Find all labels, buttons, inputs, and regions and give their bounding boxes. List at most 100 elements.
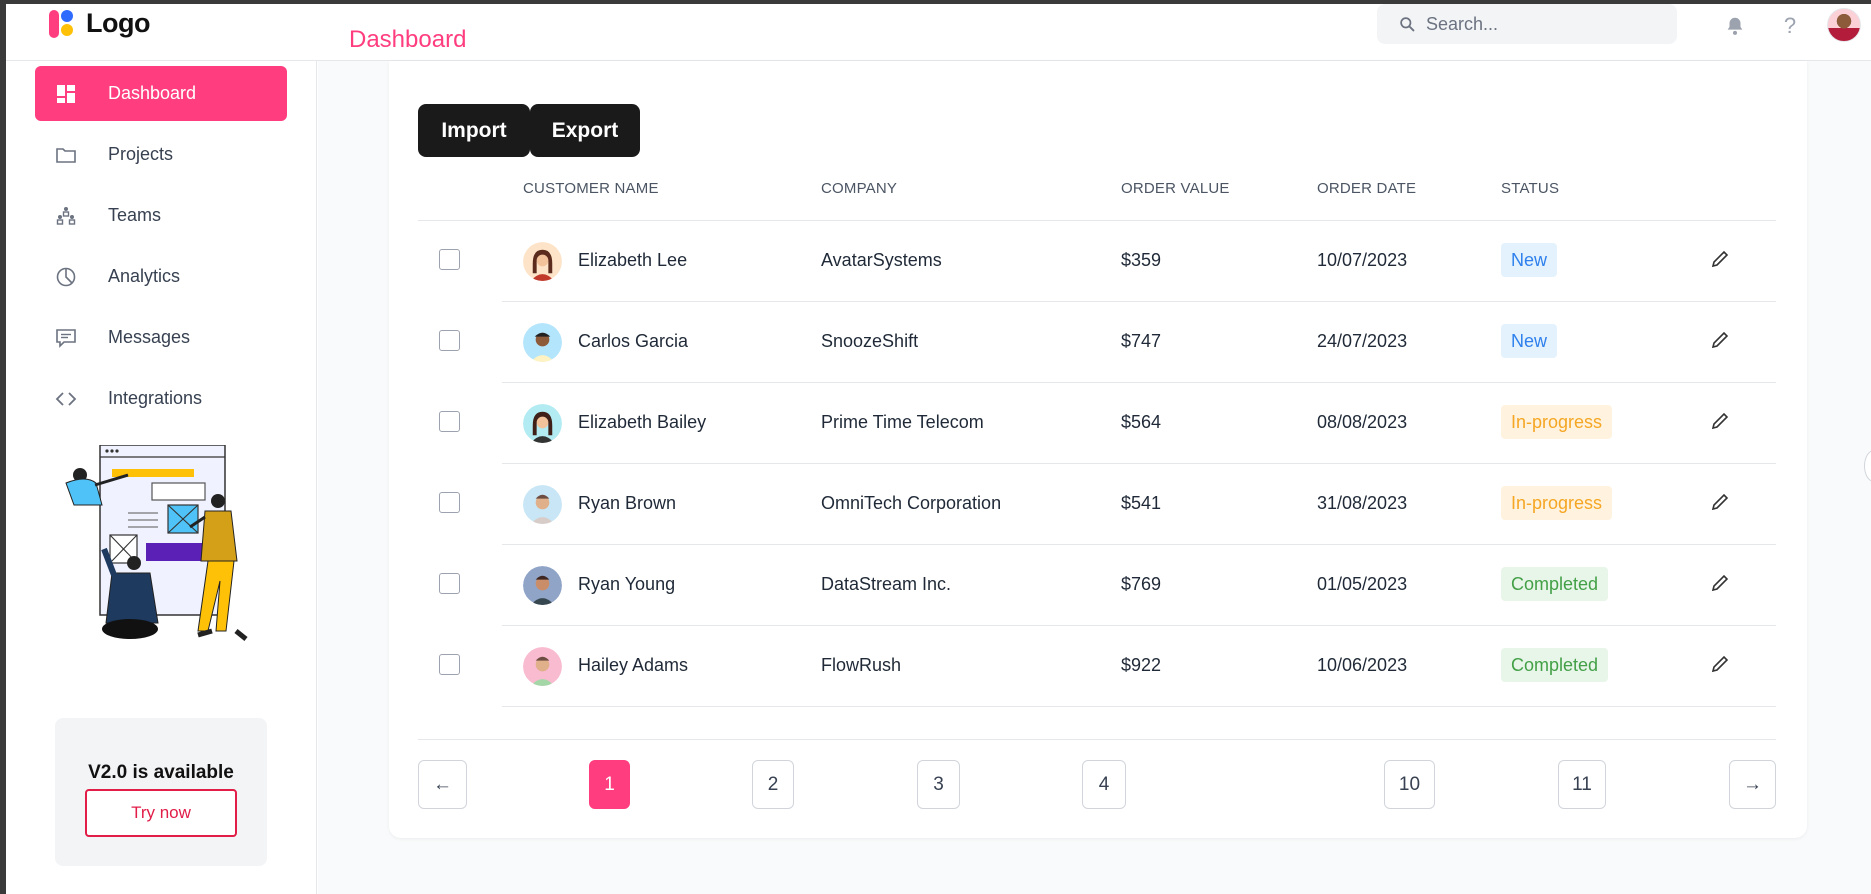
- user-avatar[interactable]: [1827, 8, 1861, 42]
- company-name: AvatarSystems: [821, 250, 942, 270]
- pencil-edit-icon[interactable]: [1709, 572, 1731, 594]
- sidebar-item-teams[interactable]: Teams: [35, 188, 287, 243]
- customer-name: Ryan Brown: [578, 493, 677, 513]
- column-header-status[interactable]: STATUS: [1501, 180, 1559, 197]
- row-checkbox[interactable]: [439, 654, 460, 675]
- top-header: Logo ?: [6, 4, 1871, 61]
- teams-icon: [55, 205, 77, 227]
- order-value: $747: [1121, 331, 1162, 351]
- customer-name: Elizabeth Bailey: [578, 412, 707, 432]
- sidebar-item-label: Projects: [108, 144, 174, 164]
- pagination-divider: [418, 739, 1776, 740]
- table-row[interactable]: Elizabeth Lee AvatarSystems $359 10/07/2…: [418, 221, 1776, 302]
- customer-avatar: [523, 647, 562, 686]
- sidebar-item-label: Messages: [108, 327, 191, 347]
- sidebar-item-label: Dashboard: [108, 83, 197, 103]
- pencil-edit-icon[interactable]: [1709, 491, 1731, 513]
- sidebar-item-integrations[interactable]: Integrations: [35, 371, 287, 426]
- order-date: 08/08/2023: [1317, 412, 1408, 432]
- bell-icon[interactable]: [1722, 13, 1748, 39]
- upgrade-promo-card: V2.0 is available Try now: [55, 718, 267, 866]
- customer-name: Ryan Young: [578, 574, 676, 594]
- order-value: $769: [1121, 574, 1162, 594]
- search-input[interactable]: [1426, 13, 1666, 35]
- sidebar-item-projects[interactable]: Projects: [35, 127, 287, 182]
- status-badge: In-progress: [1501, 405, 1613, 439]
- customer-avatar: [523, 566, 562, 605]
- table-row[interactable]: Ryan Young DataStream Inc. $769 01/05/20…: [418, 545, 1776, 626]
- row-checkbox[interactable]: [439, 573, 460, 594]
- order-value: $359: [1121, 250, 1162, 270]
- pencil-edit-icon[interactable]: [1709, 653, 1731, 675]
- sidebar-item-dashboard[interactable]: Dashboard: [35, 66, 287, 121]
- try-now-button[interactable]: Try now: [85, 789, 237, 837]
- status-badge: Completed: [1501, 648, 1609, 682]
- message-icon: [55, 327, 77, 349]
- table-row[interactable]: Ryan Brown OmniTech Corporation $541 31/…: [418, 464, 1776, 545]
- customer-avatar: [523, 485, 562, 524]
- help-icon[interactable]: ?: [1777, 13, 1803, 39]
- status-badge: Completed: [1501, 567, 1609, 601]
- page-button-4[interactable]: 4: [1082, 760, 1126, 809]
- pencil-edit-icon[interactable]: [1709, 329, 1731, 351]
- column-header-order-date[interactable]: ORDER DATE: [1317, 180, 1416, 197]
- order-date: 01/05/2023: [1317, 574, 1408, 594]
- prev-page-button[interactable]: ←: [418, 760, 467, 809]
- pie-chart-icon: [55, 266, 77, 288]
- page-button-1[interactable]: 1: [589, 760, 630, 809]
- sidebar-item-label: Analytics: [108, 266, 181, 286]
- row-checkbox[interactable]: [439, 492, 460, 513]
- customer-avatar: [523, 323, 562, 362]
- promo-title: V2.0 is available: [88, 762, 234, 783]
- search-box[interactable]: [1377, 4, 1677, 44]
- pencil-edit-icon[interactable]: [1709, 410, 1731, 432]
- sidebar-item-label: Integrations: [108, 388, 203, 408]
- import-button[interactable]: Import: [418, 104, 530, 157]
- dashboard-icon: [55, 83, 77, 105]
- export-button[interactable]: Export: [530, 104, 640, 157]
- search-icon: [1400, 16, 1415, 31]
- order-date: 24/07/2023: [1317, 331, 1408, 351]
- order-value: $922: [1121, 655, 1162, 675]
- page-button-3[interactable]: 3: [917, 760, 960, 809]
- row-checkbox[interactable]: [439, 249, 460, 270]
- sidebar-item-analytics[interactable]: Analytics: [35, 249, 287, 304]
- company-name: Prime Time Telecom: [821, 412, 984, 432]
- sidebar-item-messages[interactable]: Messages: [35, 310, 287, 365]
- status-badge: In-progress: [1501, 486, 1613, 520]
- table-row[interactable]: Hailey Adams FlowRush $922 10/06/2023 Co…: [418, 626, 1776, 707]
- page-button-11[interactable]: 11: [1558, 760, 1606, 809]
- status-badge: New: [1501, 324, 1558, 358]
- column-header-order-value[interactable]: ORDER VALUE: [1121, 180, 1230, 197]
- pencil-edit-icon[interactable]: [1709, 248, 1731, 270]
- logo[interactable]: Logo: [46, 6, 150, 40]
- order-date: 10/07/2023: [1317, 250, 1408, 270]
- company-name: SnoozeShift: [821, 331, 919, 351]
- order-date: 10/06/2023: [1317, 655, 1408, 675]
- status-badge: New: [1501, 243, 1558, 277]
- customer-name: Carlos Garcia: [578, 331, 689, 351]
- sidebar: Dashboard Projects Teams Analytics Messa…: [6, 61, 317, 894]
- page-button-2[interactable]: 2: [752, 760, 794, 809]
- customer-avatar: [523, 404, 562, 443]
- column-header-customer-name[interactable]: CUSTOMER NAME: [523, 180, 659, 197]
- column-header-company[interactable]: COMPANY: [821, 180, 897, 197]
- next-page-button[interactable]: →: [1729, 760, 1776, 809]
- order-value: $564: [1121, 412, 1162, 432]
- company-name: DataStream Inc.: [821, 574, 952, 594]
- customer-name: Elizabeth Lee: [578, 250, 688, 270]
- company-name: FlowRush: [821, 655, 902, 675]
- page-button-10[interactable]: 10: [1384, 760, 1435, 809]
- customer-avatar: [523, 242, 562, 281]
- table-row[interactable]: Carlos Garcia SnoozeShift $747 24/07/202…: [418, 302, 1776, 383]
- order-value: $541: [1121, 493, 1162, 513]
- page-title: Dashboard: [349, 26, 467, 53]
- team-illustration: [65, 445, 248, 641]
- sidebar-item-label: Teams: [108, 205, 162, 225]
- row-checkbox[interactable]: [439, 411, 460, 432]
- company-name: OmniTech Corporation: [821, 493, 1002, 513]
- row-checkbox[interactable]: [439, 330, 460, 351]
- logo-text: Logo: [86, 7, 150, 38]
- folder-icon: [55, 144, 77, 166]
- table-row[interactable]: Elizabeth Bailey Prime Time Telecom $564…: [418, 383, 1776, 464]
